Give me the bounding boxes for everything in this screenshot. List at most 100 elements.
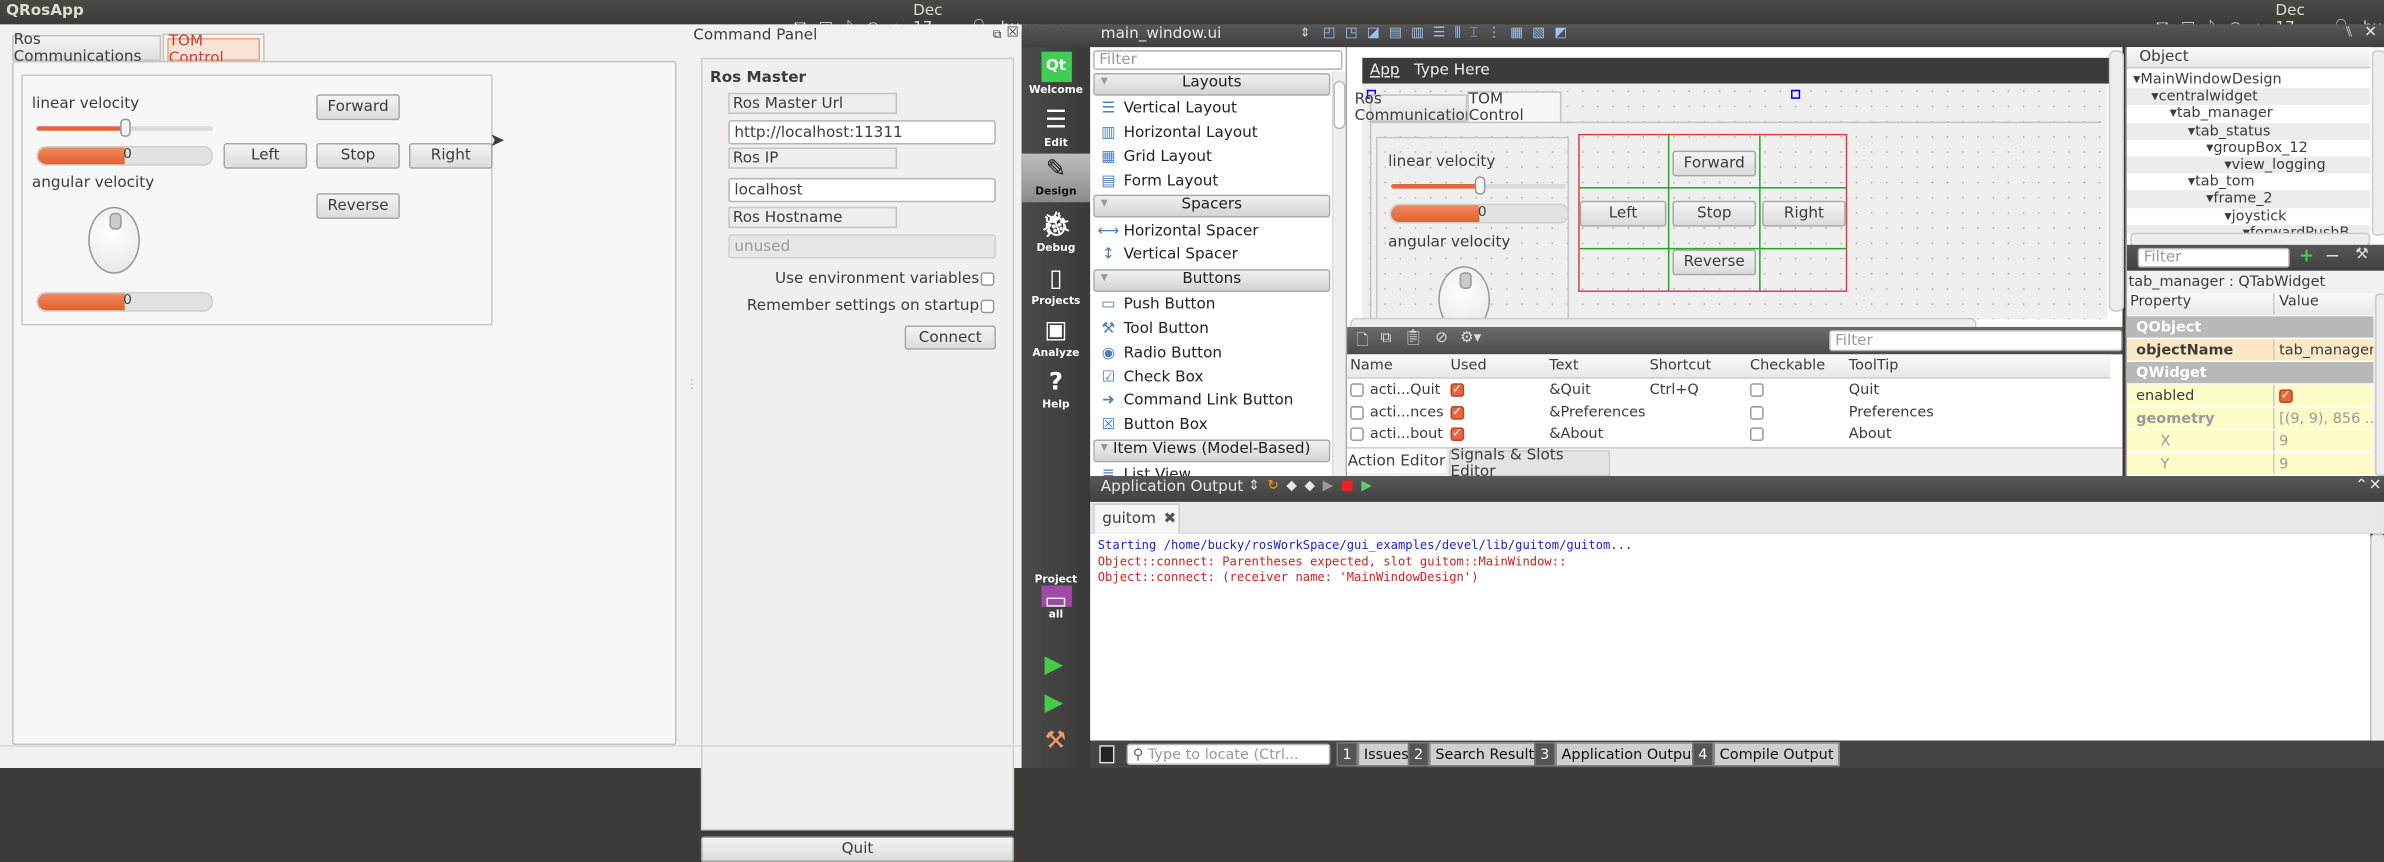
column-header[interactable]: ToolTip [1849,357,1899,374]
property-value[interactable]: tab_manager [2275,339,2373,360]
edit-tab-order-icon[interactable]: ▤ [1389,26,1402,41]
widget-item[interactable]: ▦ Grid Layout [1093,145,1330,169]
widget-item[interactable]: ▭ Push Button [1093,293,1330,317]
widget-category[interactable]: Spacers [1093,194,1331,218]
property-value[interactable]: 9 [2275,430,2374,451]
column-header[interactable]: Checkable [1750,357,1825,374]
column-header[interactable]: Shortcut [1650,357,1712,374]
widget-item[interactable]: ↕ Vertical Spacer [1093,243,1330,267]
debug-run-icon[interactable]: ▶ [1045,687,1064,716]
object-tree-item[interactable]: ▾ tab_tom [2127,174,2370,191]
locator-input[interactable]: ⚲ Type to locate (Ctrl... [1126,743,1331,765]
remember-settings-checkbox[interactable] [980,299,995,314]
use-env-checkbox[interactable] [980,272,995,286]
output-tab-guitom[interactable]: guitom ✖ [1093,503,1180,534]
object-tree-item[interactable]: ▾ MainWindowDesign [2127,71,2370,89]
pane-button-compile-output[interactable]: 4 Compile Output [1692,742,1840,767]
widget-item[interactable]: ☒ Button Box [1093,413,1330,437]
action-filter-input[interactable]: Filter [1829,330,2123,352]
layout-grid-icon[interactable]: ▦ [1510,26,1523,41]
property-row[interactable]: X9 [2127,430,2374,454]
preview-tab-tom-control[interactable]: TOM Control [1467,90,1562,124]
expand-arrow-icon[interactable]: ▾ [2133,72,2140,89]
object-tree-item[interactable]: ▾ tab_manager [2127,106,2370,123]
connect-button[interactable]: Connect [904,325,996,350]
widget-category[interactable]: Layouts [1093,72,1331,96]
preview-stop-button[interactable]: Stop [1672,200,1757,227]
close-tab-icon[interactable]: ✖ [1163,511,1176,528]
object-tree-item[interactable]: ▾ groupBox_12 [2127,140,2370,157]
close-pane-icon[interactable]: ✕ [2369,478,2382,495]
object-v-scrollbar[interactable] [2371,50,2384,236]
angular-velocity-dial[interactable] [88,206,140,274]
new-action-icon[interactable]: 🗋︎ [1356,330,1368,356]
splitter-handle[interactable]: ⋮ [686,377,698,391]
ros-ip-input[interactable]: localhost [728,177,996,203]
preview-right-button[interactable]: Right [1762,200,1846,227]
property-v-scrollbar[interactable] [2374,293,2384,477]
configure-wrench-icon[interactable]: ⚒ [2355,246,2369,263]
action-row[interactable]: acti...nces&Preferences Preferences [1347,401,2110,423]
mode-debug[interactable]: 🐞︎ Debug [1022,210,1090,259]
object-tree-item[interactable]: ▾ centralwidget [2127,88,2371,106]
copy-action-icon[interactable]: ⧉ [1381,330,1392,356]
ros-hostname-input[interactable]: unused [728,234,996,259]
configure-gear-icon[interactable]: ⚙▾ [1460,330,1481,356]
widget-item[interactable]: ☑ Check Box [1093,365,1330,389]
widget-category[interactable]: Item Views (Model-Based) [1093,438,1331,462]
enabled-checkbox[interactable] [2279,387,2293,403]
reload-icon[interactable]: ↻ [1267,479,1278,494]
layout-vertical-icon[interactable]: ☰ [1433,26,1445,41]
pane-button-application-output[interactable]: 3 Application Output [1534,742,1704,767]
action-row[interactable]: acti...bout&About About [1347,423,2110,445]
linear-velocity-slider[interactable] [36,118,213,137]
maximize-pane-icon[interactable]: ⌃ [2355,478,2368,495]
tab-signals-slots-editor[interactable]: Signals & Slots Editor [1448,446,1611,480]
toggle-sidebar-icon[interactable] [1099,745,1115,764]
form-v-scrollbar[interactable] [2108,50,2124,312]
expand-arrow-icon[interactable]: ▾ [2170,106,2177,123]
widget-item[interactable]: ⚒ Tool Button [1093,317,1330,341]
project-selector[interactable]: Project ▭ all [1022,573,1090,620]
tab-action-editor[interactable]: Action Editor [1347,448,1446,473]
checkable-checkbox[interactable] [1749,427,1764,442]
expand-arrow-icon[interactable]: ▾ [2206,191,2213,208]
pane-button-search-results[interactable]: 2 Search Results [1407,742,1548,767]
property-filter-input[interactable]: Filter [2137,247,2290,268]
stop-icon[interactable]: ■ [1341,479,1354,494]
column-header[interactable]: Name [1350,357,1393,374]
widget-filter-input[interactable]: Filter [1093,50,1343,70]
object-tree-item[interactable]: ▾ joystick [2127,208,2370,225]
property-value[interactable]: 9 [2275,453,2374,474]
tab-tom-control[interactable]: TOM Control [162,33,265,66]
attach-debugger-icon[interactable]: ▶ [1361,479,1372,494]
action-row[interactable]: acti...Quit&Quit Ctrl+Q Quit [1347,379,2110,401]
split-icon[interactable]: ⑊ [2344,24,2353,41]
output-text[interactable]: Starting /home/bucky/rosWorkSpace/gui_ex… [1090,533,2371,741]
widget-item[interactable]: ◉ Radio Button [1093,341,1330,365]
property-row[interactable]: enabled [2127,384,2374,408]
stop-button[interactable]: Stop [316,142,400,169]
widget-item[interactable]: ☰ Vertical Layout [1093,97,1330,121]
object-tree-item[interactable]: ▾ view_logging [2127,156,2371,174]
expand-arrow-icon[interactable]: ▾ [2188,123,2195,140]
right-button[interactable]: Right [408,142,493,169]
checkable-checkbox[interactable] [1749,405,1764,419]
widget-item[interactable]: ▤ Form Layout [1093,169,1330,193]
layout-form-icon[interactable]: ⋮ [1487,26,1501,41]
edit-signals-icon[interactable]: ◳ [1345,26,1358,41]
remove-property-icon[interactable]: − [2325,245,2340,266]
forward-button[interactable]: Forward [316,94,400,121]
property-row[interactable]: QWidget [2127,361,2374,385]
row-select-checkbox[interactable] [1350,383,1364,397]
dock-float-icon[interactable]: ⧉ [993,27,1002,42]
widget-box-scrollbar[interactable] [1331,71,1346,477]
object-tree-item[interactable]: ▾ tab_status [2127,122,2371,140]
mode-edit[interactable]: ☰ Edit [1022,105,1090,154]
property-value[interactable] [2275,385,2374,406]
row-select-checkbox[interactable] [1350,405,1364,419]
add-property-icon[interactable]: + [2299,245,2314,266]
row-select-checkbox[interactable] [1350,427,1364,442]
expand-arrow-icon[interactable]: ▾ [2224,157,2231,174]
close-document-icon[interactable]: ✕ [2364,24,2377,41]
